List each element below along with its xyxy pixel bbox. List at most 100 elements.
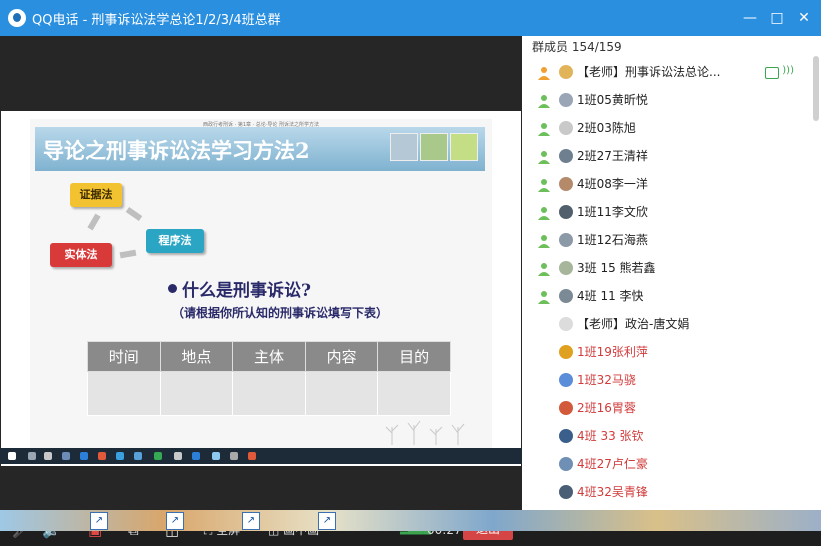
speaking-wave-icon: ))) xyxy=(782,65,794,76)
member-avatar xyxy=(559,93,573,107)
desktop-shortcut-icon[interactable]: ↗ xyxy=(242,512,260,530)
member-name: 2班27王清祥 xyxy=(577,149,648,163)
table-cell xyxy=(304,371,379,416)
table-header: 时间 xyxy=(87,341,161,372)
member-name: 4班27卢仁豪 xyxy=(577,457,648,471)
desktop-shortcut-icon[interactable]: ↗ xyxy=(318,512,336,530)
screen-share-status-icon xyxy=(765,67,779,79)
member-row[interactable]: 2班27王清祥 xyxy=(522,142,812,170)
member-avatar xyxy=(559,457,573,471)
member-avatar xyxy=(559,429,573,443)
shared-screen: 西政行考刑诉 · 第1章 · 总论·导论 刑诉法之所学方法 导论之刑事诉讼法学习… xyxy=(1,111,521,466)
taskbar-app-icon xyxy=(192,452,200,460)
member-status-icon xyxy=(537,93,551,108)
taskbar-app-icon xyxy=(134,452,142,460)
member-status-icon xyxy=(537,233,551,248)
desktop-shortcut-icon[interactable]: ↗ xyxy=(166,512,184,530)
member-avatar xyxy=(559,65,573,79)
slide-photo-2 xyxy=(420,133,448,161)
member-name: 4班 33 张钦 xyxy=(577,429,644,443)
diagram-arrow xyxy=(125,206,143,222)
member-name: 4班 11 李快 xyxy=(577,289,644,303)
member-name: 3班 15 熊若鑫 xyxy=(577,261,656,275)
member-row[interactable]: 1班19张利萍 xyxy=(522,338,812,366)
member-count: 群成员 154/159 xyxy=(532,40,622,54)
member-status-icon xyxy=(537,177,551,192)
table-cell xyxy=(87,371,161,416)
member-row[interactable]: 4班08李一洋 xyxy=(522,170,812,198)
desktop-background: ↗ ↗ ↗ ↗ xyxy=(0,510,821,531)
member-row[interactable]: 【老师】政治-唐文娟 xyxy=(522,310,812,338)
tree-sketch-decoration xyxy=(385,420,465,445)
key-evidence-law: 证据法 xyxy=(70,183,122,207)
member-status-icon xyxy=(537,121,551,136)
member-name: 2班16胃蓉 xyxy=(577,401,636,415)
slide-photo-3 xyxy=(450,133,478,161)
table-cell xyxy=(159,371,234,416)
key-procedure-law: 程序法 xyxy=(146,229,204,253)
slide-hint: （请根据你所认知的刑事诉讼填写下表） xyxy=(172,306,389,320)
taskbar-app-icon xyxy=(230,452,238,460)
member-name: 1班05黄昕悦 xyxy=(577,93,648,107)
member-status-icon xyxy=(537,261,551,276)
member-row[interactable]: 4班 33 张钦 xyxy=(522,422,812,450)
member-row[interactable]: 1班11李文欣 xyxy=(522,198,812,226)
presentation-slide: 西政行考刑诉 · 第1章 · 总论·导论 刑诉法之所学方法 导论之刑事诉讼法学习… xyxy=(30,119,492,449)
title-bar: QQ电话 - 刑事诉讼法学总论1/2/3/4班总群 — □ ✕ xyxy=(0,0,821,36)
member-row[interactable]: 2班16胃蓉 xyxy=(522,394,812,422)
member-name: 【老师】刑事诉讼法总论... xyxy=(577,65,721,79)
member-avatar xyxy=(559,401,573,415)
member-avatar xyxy=(559,485,573,499)
member-row[interactable]: 1班05黄昕悦 xyxy=(522,86,812,114)
shared-taskbar xyxy=(0,448,522,464)
taskbar-app-icon xyxy=(98,452,106,460)
table-header: 内容 xyxy=(304,341,379,372)
member-name: 【老师】政治-唐文娟 xyxy=(577,317,690,331)
close-icon[interactable]: ✕ xyxy=(793,7,815,29)
member-status-icon xyxy=(537,289,551,304)
restore-icon[interactable]: □ xyxy=(766,7,788,29)
slide-photo-1 xyxy=(390,133,418,161)
member-name: 4班32吴青锋 xyxy=(577,485,648,499)
member-avatar xyxy=(559,373,573,387)
member-avatar xyxy=(559,317,573,331)
key-substantive-law: 实体法 xyxy=(50,243,112,267)
member-row[interactable]: 4班 11 李快 xyxy=(522,282,812,310)
member-row[interactable]: 【老师】刑事诉讼法总论...))) xyxy=(522,58,812,86)
taskbar-app-icon xyxy=(62,452,70,460)
taskbar-app-icon xyxy=(154,452,162,460)
video-area: 西政行考刑诉 · 第1章 · 总论·导论 刑诉法之所学方法 导论之刑事诉讼法学习… xyxy=(0,36,522,546)
desktop-shortcut-icon[interactable]: ↗ xyxy=(90,512,108,530)
member-name: 1班32马骁 xyxy=(577,373,636,387)
slide-banner: 导论之刑事诉讼法学习方法2 xyxy=(35,127,485,171)
member-list-scrollbar[interactable] xyxy=(813,56,819,121)
member-name: 1班19张利萍 xyxy=(577,345,648,359)
question-bullet xyxy=(168,284,177,293)
member-avatar xyxy=(559,205,573,219)
table-cell xyxy=(232,371,306,416)
start-icon xyxy=(8,452,16,460)
taskbar-app-icon xyxy=(248,452,256,460)
member-row[interactable]: 1班12石海燕 xyxy=(522,226,812,254)
diagram-arrow xyxy=(87,213,101,231)
member-name: 4班08李一洋 xyxy=(577,177,648,191)
member-row[interactable]: 1班32马骁 xyxy=(522,366,812,394)
taskbar-app-icon xyxy=(116,452,124,460)
member-name: 1班12石海燕 xyxy=(577,233,648,247)
member-name: 2班03陈旭 xyxy=(577,121,636,135)
member-avatar xyxy=(559,233,573,247)
member-avatar xyxy=(559,261,573,275)
taskbar-app-icon xyxy=(212,452,220,460)
taskbar-app-icon xyxy=(44,452,52,460)
member-row[interactable]: 2班03陈旭 xyxy=(522,114,812,142)
member-row[interactable]: 4班27卢仁豪 xyxy=(522,450,812,478)
slide-title: 导论之刑事诉讼法学习方法2 xyxy=(43,138,310,163)
member-avatar xyxy=(559,289,573,303)
minimize-icon[interactable]: — xyxy=(739,7,761,29)
member-row[interactable]: 4班32吴青锋 xyxy=(522,478,812,506)
member-row[interactable]: 3班 15 熊若鑫 xyxy=(522,254,812,282)
member-status-icon xyxy=(537,149,551,164)
table-cell xyxy=(377,371,451,416)
table-header: 主体 xyxy=(232,341,306,372)
fill-in-table: 时间 地点 主体 内容 目的 xyxy=(87,341,451,416)
